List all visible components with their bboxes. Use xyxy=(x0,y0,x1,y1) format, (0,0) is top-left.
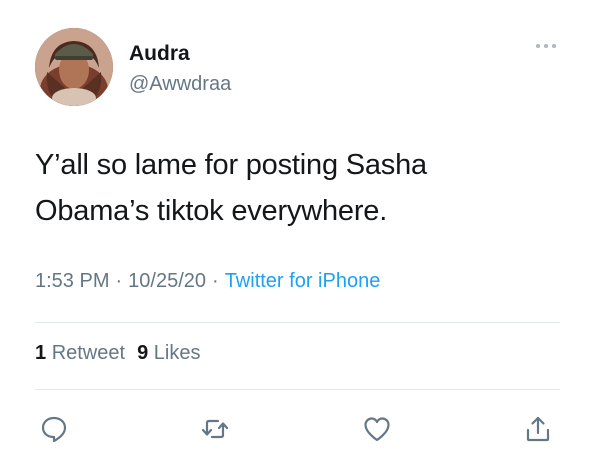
retweets-count: 1 xyxy=(35,342,47,364)
retweets-label: Retweet xyxy=(51,342,126,364)
like-button[interactable] xyxy=(360,412,394,446)
tweet-source-link[interactable]: Twitter for iPhone xyxy=(225,270,381,292)
more-options-button[interactable] xyxy=(531,36,561,56)
retweets-stat[interactable]: 1 Retweet xyxy=(35,342,125,364)
likes-stat[interactable]: 9 Likes xyxy=(137,342,200,364)
heart-icon xyxy=(364,417,390,442)
avatar-image xyxy=(35,28,113,106)
tweet-text: Y’all so lame for posting Sasha Obama’s … xyxy=(35,142,565,234)
reply-button[interactable] xyxy=(37,412,71,446)
likes-label: Likes xyxy=(153,342,201,364)
tweet-text-line: Y’all so lame for posting Sasha xyxy=(35,149,427,181)
retweet-icon xyxy=(201,419,229,439)
tweet-date: 10/25/20 xyxy=(128,270,207,292)
tweet-stats: 1 Retweet 9 Likes xyxy=(35,342,200,365)
tweet-text-line: Obama’s tiktok everywhere. xyxy=(35,195,388,227)
divider xyxy=(35,322,560,323)
retweet-button[interactable] xyxy=(198,412,232,446)
avatar[interactable] xyxy=(35,28,113,106)
meta-separator: · xyxy=(212,270,219,292)
user-display-name[interactable]: Audra xyxy=(129,42,190,66)
tweet-metadata: 1:53 PM · 10/25/20 · Twitter for iPhone xyxy=(35,270,380,293)
tweet-actions xyxy=(35,412,560,452)
share-icon xyxy=(526,416,550,442)
more-dots-icon xyxy=(552,44,556,48)
tweet-card: Audra @Awwdraa Y’all so lame for posting… xyxy=(0,0,595,466)
more-dots-icon xyxy=(544,44,548,48)
tweet-time: 1:53 PM xyxy=(35,270,110,292)
meta-separator: · xyxy=(115,270,123,292)
likes-count: 9 xyxy=(137,342,149,364)
reply-icon xyxy=(41,416,67,443)
user-handle[interactable]: @Awwdraa xyxy=(129,73,231,96)
share-button[interactable] xyxy=(521,412,555,446)
more-dots-icon xyxy=(536,44,540,48)
divider xyxy=(35,389,560,390)
